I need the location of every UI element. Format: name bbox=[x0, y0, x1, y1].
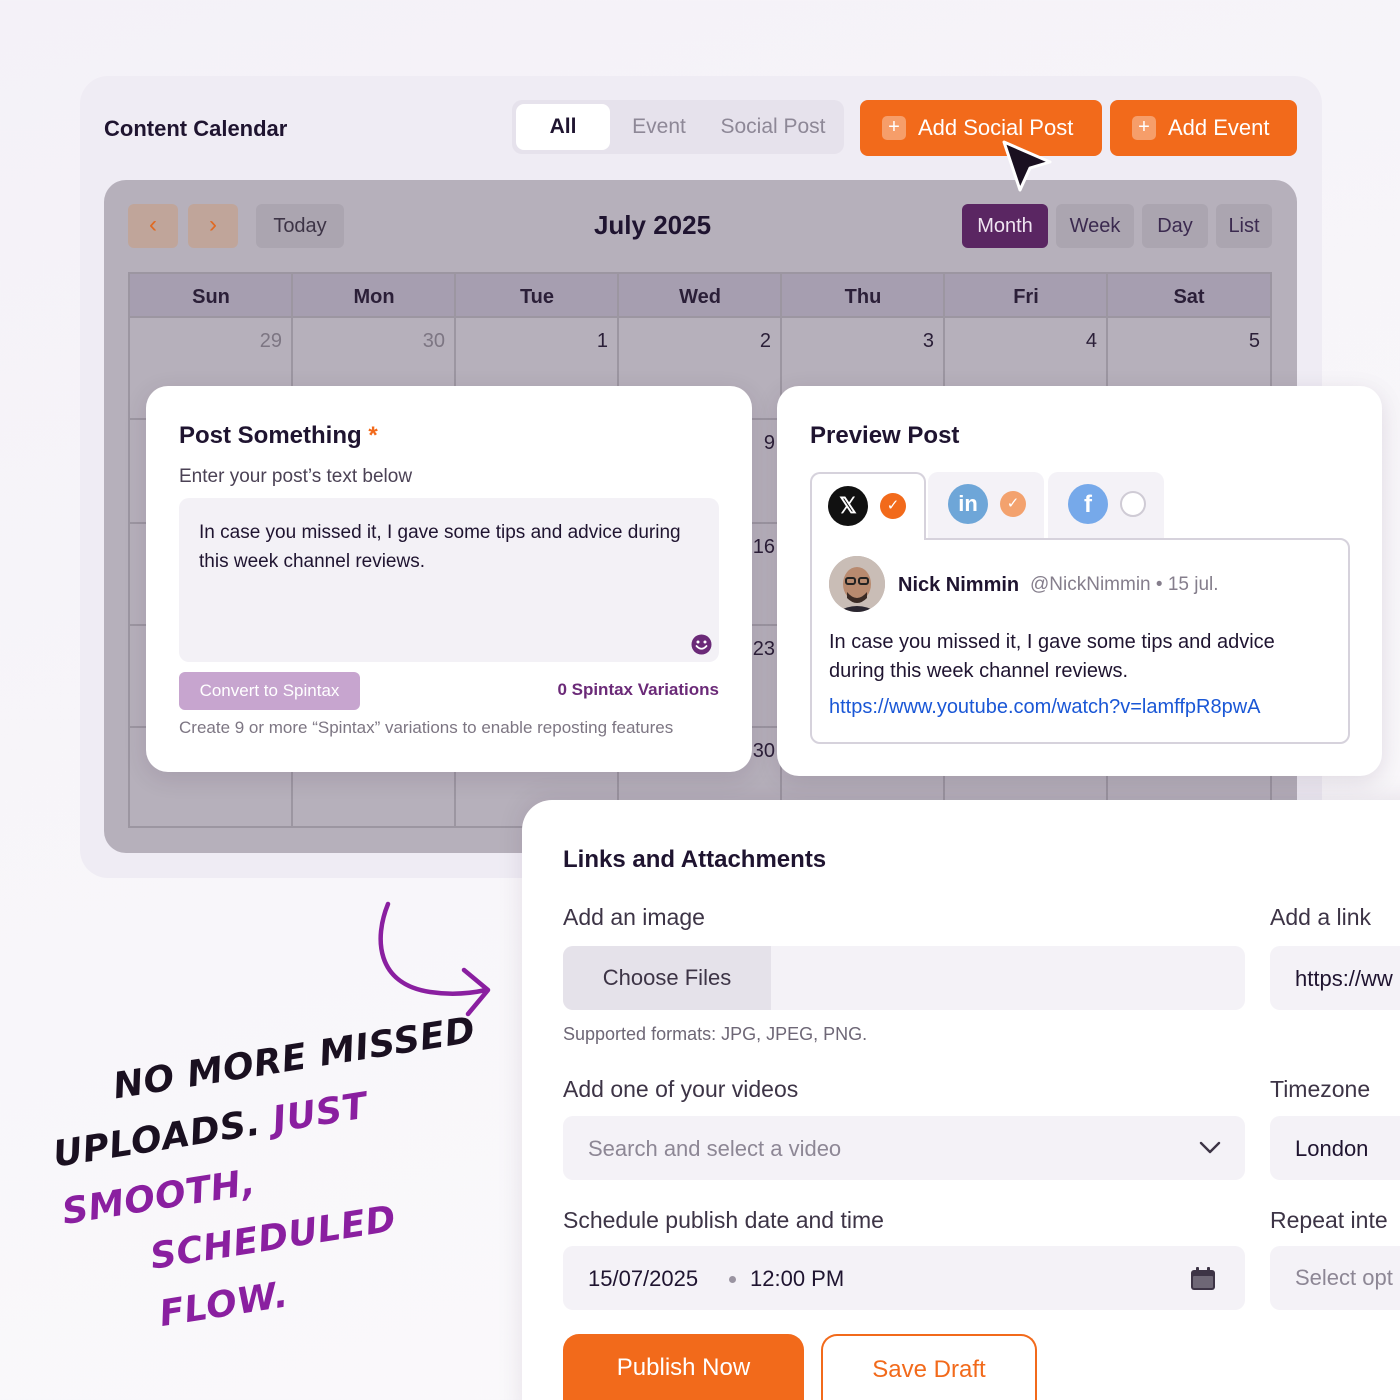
tagline: NO MORE MISSED UPLOADS. JUST SMOOTH, SCH… bbox=[40, 996, 550, 1356]
emoji-icon[interactable] bbox=[691, 634, 712, 655]
author-handle-date: @NickNimmin • 15 jul. bbox=[1030, 574, 1219, 595]
day-cell[interactable]: 30 bbox=[405, 330, 445, 353]
preview-tab-x[interactable]: 𝕏 ✓ bbox=[810, 472, 926, 540]
avatar-photo bbox=[829, 556, 885, 612]
view-month-button[interactable]: Month bbox=[962, 204, 1048, 248]
video-select-placeholder: Search and select a video bbox=[588, 1136, 842, 1161]
day-cell[interactable]: 4 bbox=[1057, 330, 1097, 353]
x-logo-icon: 𝕏 bbox=[828, 486, 868, 526]
supported-formats-text: Supported formats: JPG, JPEG, PNG. bbox=[563, 1024, 868, 1044]
weekday-sat: Sat bbox=[1173, 286, 1205, 308]
post-something-title: Post Something * bbox=[179, 422, 378, 450]
weekday-wed: Wed bbox=[679, 286, 721, 308]
convert-to-spintax-button[interactable]: Convert to Spintax bbox=[179, 672, 360, 710]
repeat-interval-label: Repeat inte bbox=[1270, 1207, 1388, 1233]
view-day-button[interactable]: Day bbox=[1142, 204, 1208, 248]
page-title: Content Calendar bbox=[104, 116, 288, 141]
schedule-label: Schedule publish date and time bbox=[563, 1207, 884, 1233]
prev-month-button[interactable]: ‹ bbox=[128, 204, 178, 248]
weekday-header: Sun Mon Tue Wed Thu Fri Sat bbox=[130, 274, 1270, 318]
view-week-button[interactable]: Week bbox=[1056, 204, 1134, 248]
mouse-cursor-icon bbox=[1002, 140, 1052, 192]
spintax-variations-count: 0 Spintax Variations bbox=[557, 680, 719, 699]
filter-tab-social-post[interactable]: Social Post bbox=[708, 104, 838, 150]
post-something-subtitle: Enter your post’s text below bbox=[179, 466, 413, 487]
filter-tab-event[interactable]: Event bbox=[616, 104, 702, 150]
required-mark: * bbox=[368, 422, 378, 449]
filter-tab-all[interactable]: All bbox=[516, 104, 610, 150]
facebook-icon: f bbox=[1068, 484, 1108, 524]
publish-now-button[interactable]: Publish Now bbox=[563, 1334, 804, 1400]
author-name: Nick Nimmin bbox=[898, 574, 1020, 596]
checkmark-icon: ✓ bbox=[1000, 491, 1026, 517]
plus-icon: + bbox=[1132, 116, 1156, 140]
view-list-button[interactable]: List bbox=[1216, 204, 1272, 248]
calendar-icon[interactable] bbox=[1189, 1266, 1217, 1292]
next-month-button[interactable]: › bbox=[188, 204, 238, 248]
schedule-time: 12:00 PM bbox=[750, 1266, 845, 1291]
chevron-left-icon: ‹ bbox=[149, 211, 157, 238]
preview-tab-facebook[interactable]: f bbox=[1048, 472, 1164, 538]
spintax-help-text: Create 9 or more “Spintax” variations to… bbox=[179, 718, 674, 737]
add-video-label: Add one of your videos bbox=[563, 1076, 799, 1102]
unchecked-circle-icon bbox=[1120, 491, 1146, 517]
plus-icon: + bbox=[882, 116, 906, 140]
add-image-label: Add an image bbox=[563, 904, 705, 930]
timezone-value: London bbox=[1295, 1136, 1369, 1161]
day-cell[interactable]: 3 bbox=[894, 330, 934, 353]
add-event-label: Add Event bbox=[1168, 115, 1270, 140]
chevron-right-icon: › bbox=[209, 211, 217, 238]
choose-files-button[interactable]: Choose Files bbox=[563, 946, 771, 1010]
post-text-input[interactable]: In case you missed it, I gave some tips … bbox=[179, 498, 719, 662]
linkedin-icon: in bbox=[948, 484, 988, 524]
weekday-mon: Mon bbox=[353, 286, 395, 308]
filter-tabs: All Event Social Post bbox=[512, 100, 844, 154]
day-cell[interactable]: 2 bbox=[731, 330, 771, 353]
add-link-label: Add a link bbox=[1270, 904, 1372, 930]
save-draft-button[interactable]: Save Draft bbox=[821, 1334, 1037, 1400]
avatar bbox=[829, 556, 885, 612]
chevron-down-icon bbox=[1199, 1141, 1221, 1154]
schedule-date: 15/07/2025 bbox=[588, 1266, 699, 1291]
day-cell[interactable]: 1 bbox=[568, 330, 608, 353]
separator-dot bbox=[729, 1276, 736, 1283]
day-cell[interactable]: 29 bbox=[242, 330, 282, 353]
timezone-label: Timezone bbox=[1270, 1076, 1371, 1102]
checkmark-icon: ✓ bbox=[880, 493, 906, 519]
weekday-fri: Fri bbox=[1013, 286, 1039, 308]
preview-link[interactable]: https://www.youtube.com/watch?v=lamffpR8… bbox=[829, 696, 1261, 719]
month-title: July 2025 bbox=[593, 210, 712, 240]
weekday-thu: Thu bbox=[844, 286, 882, 308]
preview-text: In case you missed it, I gave some tips … bbox=[829, 631, 1275, 682]
day-cell[interactable]: 5 bbox=[1220, 330, 1260, 353]
preview-tab-linkedin[interactable]: in ✓ bbox=[928, 472, 1044, 538]
preview-post-title: Preview Post bbox=[810, 422, 960, 449]
weekday-sun: Sun bbox=[192, 286, 230, 308]
repeat-interval-placeholder: Select opt bbox=[1295, 1265, 1393, 1290]
links-attachments-title: Links and Attachments bbox=[563, 846, 827, 873]
today-button[interactable]: Today bbox=[256, 204, 344, 248]
add-event-button[interactable]: + Add Event bbox=[1110, 100, 1297, 156]
post-something-title-text: Post Something bbox=[179, 422, 362, 449]
weekday-tue: Tue bbox=[519, 286, 555, 308]
add-social-post-button[interactable]: + Add Social Post bbox=[860, 100, 1102, 156]
link-input-value: https://ww bbox=[1295, 966, 1393, 991]
